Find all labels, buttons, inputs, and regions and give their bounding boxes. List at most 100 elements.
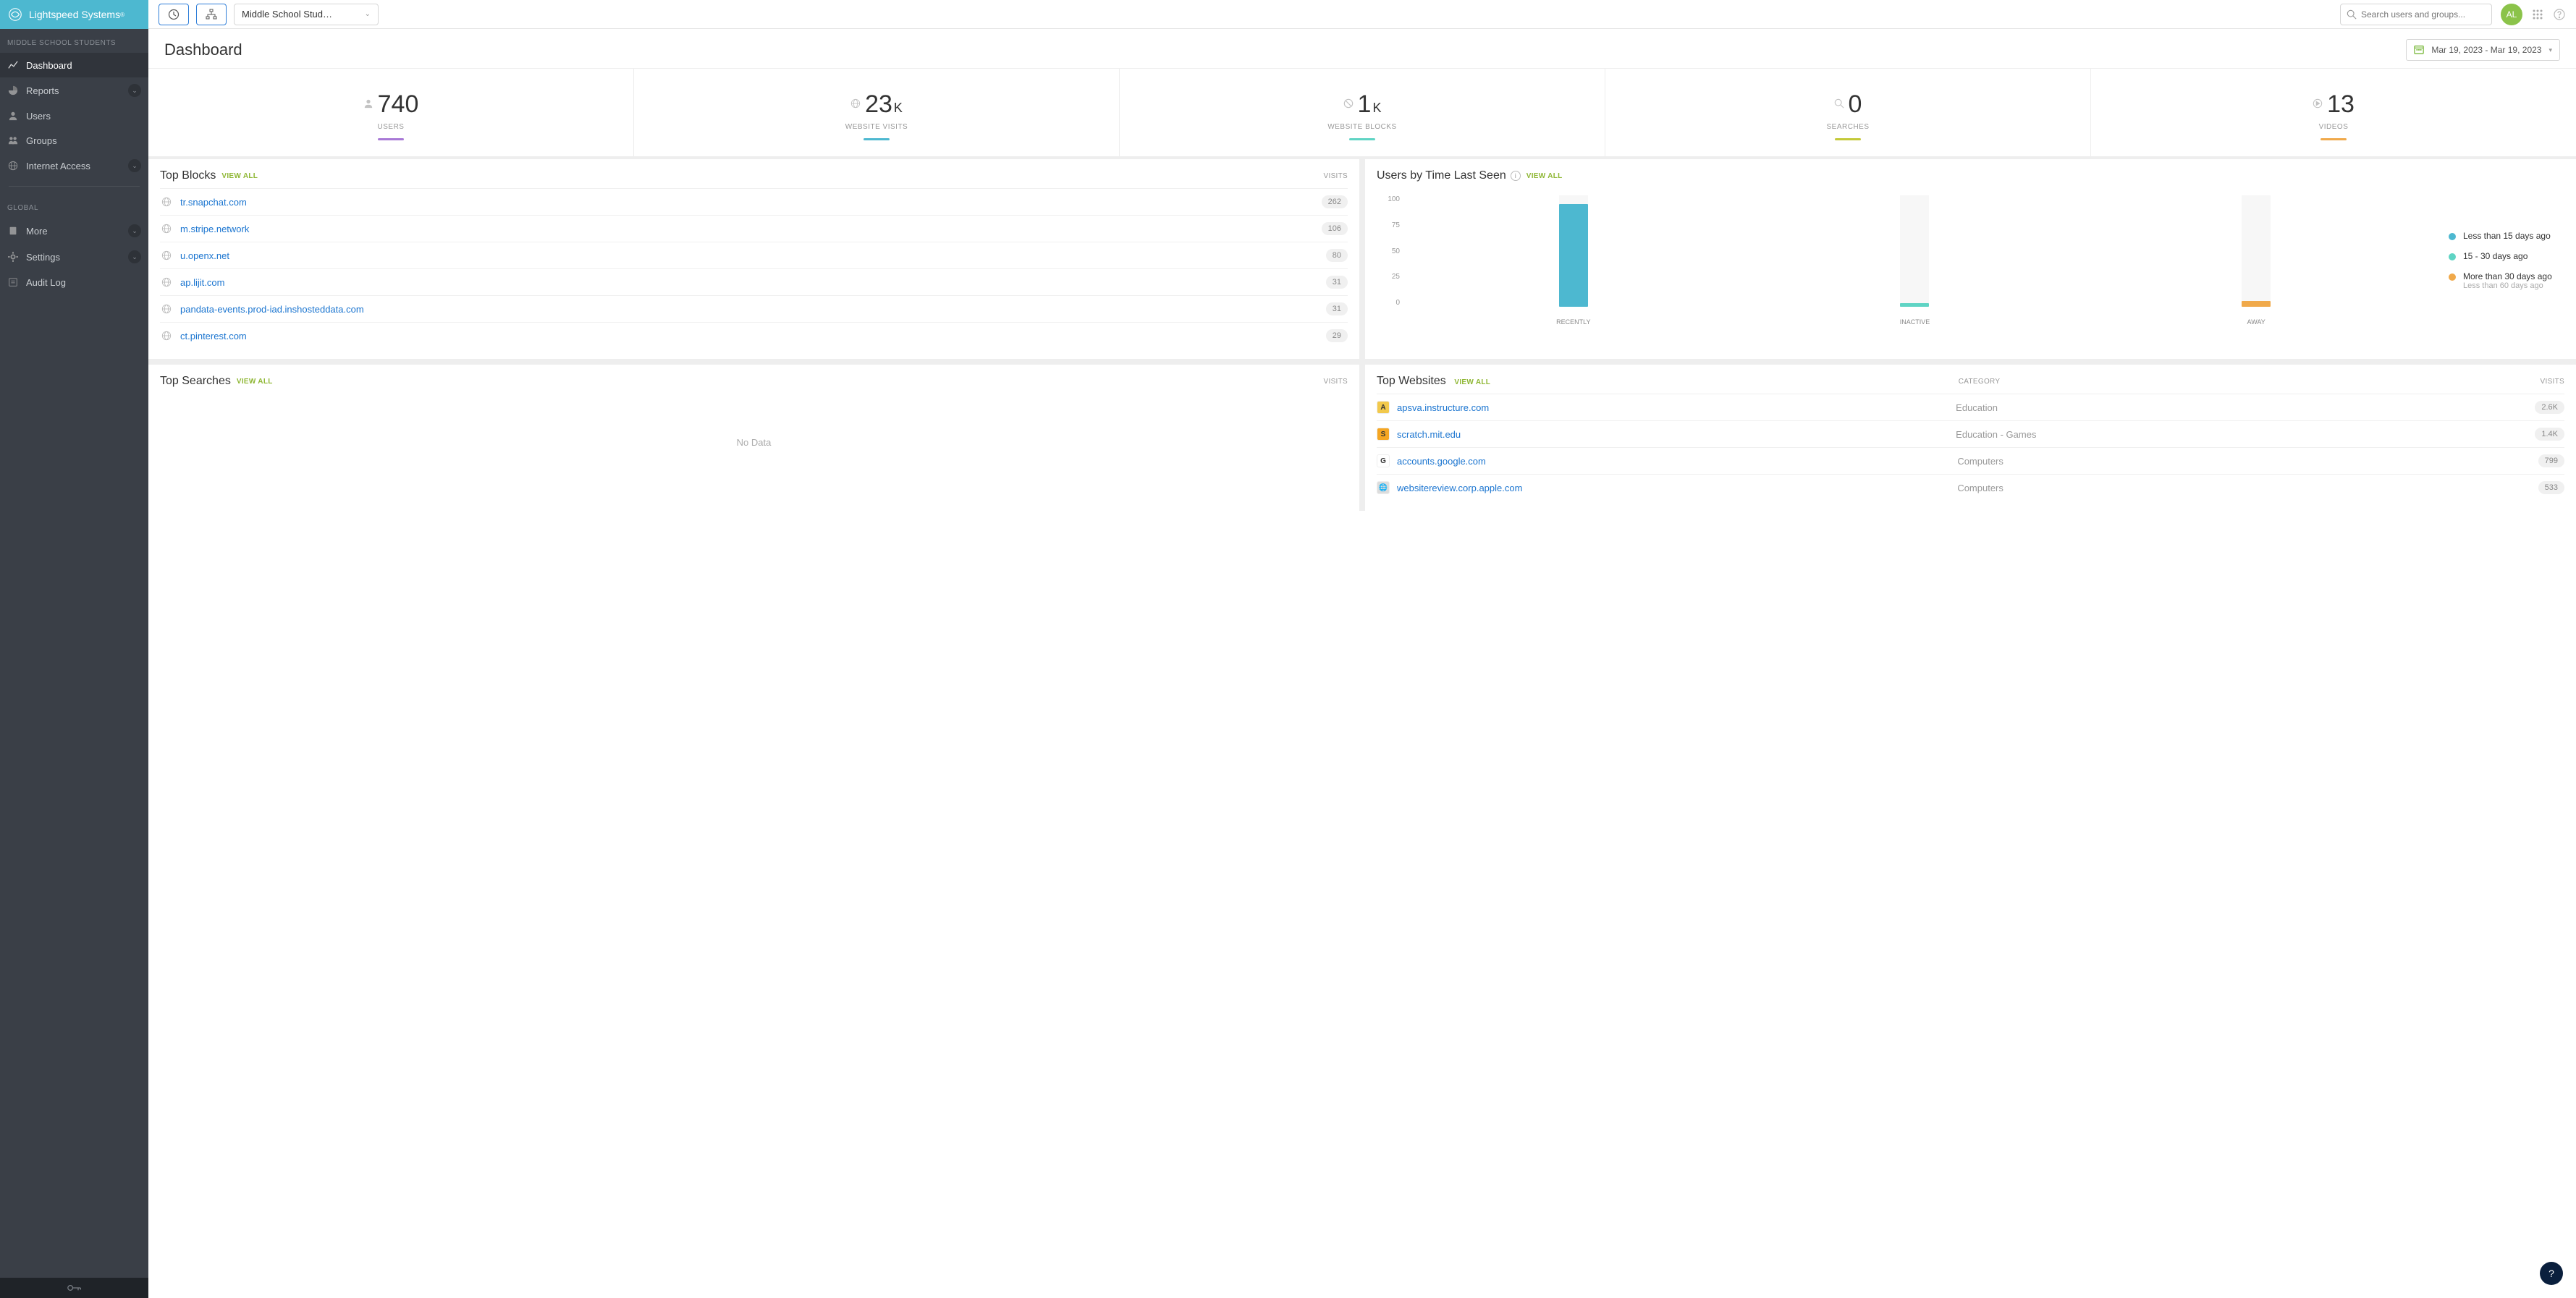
domain-link[interactable]: m.stripe.network bbox=[180, 224, 249, 234]
globe-icon bbox=[160, 222, 173, 235]
domain-link[interactable]: ct.pinterest.com bbox=[180, 331, 247, 342]
search-icon bbox=[2347, 9, 2357, 20]
view-all-link[interactable]: VIEW ALL bbox=[1454, 378, 1490, 386]
sidebar-item-label: More bbox=[26, 226, 48, 237]
legend-item: Less than 15 days ago bbox=[2449, 231, 2564, 241]
main-content: Middle School Stud… ⌄ AL Dashboard bbox=[148, 0, 2576, 1298]
stat-value: 0 bbox=[1849, 90, 1862, 119]
table-row: ap.lijit.com 31 bbox=[160, 268, 1348, 295]
key-icon bbox=[67, 1284, 82, 1292]
domain-link[interactable]: scratch.mit.edu bbox=[1397, 429, 1461, 440]
sidebar-item-reports[interactable]: Reports ⌄ bbox=[0, 77, 148, 103]
user-icon bbox=[7, 110, 19, 122]
stat-card-website-visits[interactable]: 23KWEBSITE VISITS bbox=[634, 69, 1120, 156]
visit-count-badge: 799 bbox=[2538, 454, 2564, 467]
apps-grid-icon[interactable] bbox=[2531, 8, 2544, 21]
domain-link[interactable]: tr.snapchat.com bbox=[180, 197, 247, 208]
sidebar-item-dashboard[interactable]: Dashboard bbox=[0, 53, 148, 77]
hierarchy-view-button[interactable] bbox=[196, 4, 227, 25]
sidebar-item-groups[interactable]: Groups bbox=[0, 128, 148, 153]
domain-link[interactable]: accounts.google.com bbox=[1397, 456, 1486, 467]
info-icon[interactable]: i bbox=[1511, 171, 1521, 181]
sidebar-item-label: Audit Log bbox=[26, 277, 66, 288]
visit-count-badge: 31 bbox=[1326, 302, 1348, 315]
chevron-down-icon: ⌄ bbox=[128, 159, 141, 172]
view-all-link[interactable]: VIEW ALL bbox=[1526, 172, 1563, 180]
stat-card-searches[interactable]: 0SEARCHES bbox=[1605, 69, 2091, 156]
table-row: u.openx.net 80 bbox=[160, 242, 1348, 268]
globe-icon bbox=[7, 160, 19, 171]
domain-link[interactable]: pandata-events.prod-iad.inshosteddata.co… bbox=[180, 304, 364, 315]
domain-link[interactable]: apsva.instructure.com bbox=[1397, 402, 1489, 413]
stat-card-videos[interactable]: 13VIDEOS bbox=[2091, 69, 2576, 156]
x-axis-label: INACTIVE bbox=[1889, 318, 1940, 326]
sidebar-footer bbox=[0, 1278, 148, 1298]
sidebar-item-label: Groups bbox=[26, 135, 57, 146]
user-avatar[interactable]: AL bbox=[2501, 4, 2522, 25]
stat-value: 13 bbox=[2327, 90, 2355, 119]
brand-logo: Lightspeed Systems® bbox=[0, 0, 148, 29]
globe-icon bbox=[160, 249, 173, 262]
category-label: Education bbox=[1956, 402, 2528, 413]
legend-dot bbox=[2449, 273, 2456, 281]
group-selector-dropdown[interactable]: Middle School Stud… ⌄ bbox=[234, 4, 379, 25]
panels-grid: Top Blocks VIEW ALL VISITS tr.snapchat.c… bbox=[148, 159, 2576, 511]
visit-count-badge: 80 bbox=[1326, 249, 1348, 262]
search-input[interactable] bbox=[2361, 9, 2486, 20]
legend-dot bbox=[2449, 233, 2456, 240]
sidebar-item-label: Users bbox=[26, 111, 51, 122]
sidebar-item-users[interactable]: Users bbox=[0, 103, 148, 128]
clock-icon bbox=[168, 9, 180, 20]
date-range-label: Mar 19, 2023 - Mar 19, 2023 bbox=[2431, 45, 2541, 55]
visit-count-badge: 29 bbox=[1326, 329, 1348, 342]
search-icon bbox=[1834, 98, 1844, 111]
stat-label: WEBSITE VISITS bbox=[641, 123, 1112, 131]
user-icon bbox=[363, 98, 373, 111]
chart-bar[interactable] bbox=[1900, 303, 1929, 307]
dashboard-header: Dashboard Mar 19, 2023 - Mar 19, 2023 ▾ bbox=[148, 29, 2576, 68]
lightspeed-logo-icon bbox=[7, 7, 23, 22]
group-icon bbox=[7, 135, 19, 146]
stat-accent-bar bbox=[378, 138, 404, 140]
page-title: Dashboard bbox=[164, 41, 242, 59]
stat-value: 740 bbox=[378, 90, 419, 119]
sidebar-section-global: GLOBAL bbox=[0, 194, 148, 218]
category-label: Computers bbox=[1957, 456, 2530, 467]
panel-top-blocks: Top Blocks VIEW ALL VISITS tr.snapchat.c… bbox=[148, 159, 1359, 359]
divider bbox=[9, 186, 140, 187]
view-all-link[interactable]: VIEW ALL bbox=[237, 378, 273, 386]
sidebar-item-internet-access[interactable]: Internet Access ⌄ bbox=[0, 153, 148, 179]
chart-bar[interactable] bbox=[2242, 301, 2271, 307]
group-selector-label: Middle School Stud… bbox=[242, 9, 332, 20]
help-fab-button[interactable]: ? bbox=[2540, 1262, 2563, 1285]
legend-item: 15 - 30 days ago bbox=[2449, 251, 2564, 261]
favicon: A bbox=[1377, 401, 1390, 414]
stat-card-users[interactable]: 740USERS bbox=[148, 69, 634, 156]
column-header-visits: VISITS bbox=[1324, 172, 1348, 180]
date-range-picker[interactable]: Mar 19, 2023 - Mar 19, 2023 ▾ bbox=[2406, 39, 2560, 61]
domain-link[interactable]: u.openx.net bbox=[180, 250, 229, 261]
globe-icon bbox=[850, 98, 861, 111]
stat-value: 1 bbox=[1358, 90, 1372, 119]
stat-value: 23 bbox=[865, 90, 892, 119]
search-box[interactable] bbox=[2340, 4, 2492, 25]
table-row: m.stripe.network106 bbox=[160, 215, 1348, 242]
globe-icon bbox=[160, 195, 173, 208]
chevron-down-icon: ⌄ bbox=[128, 250, 141, 263]
visit-count-badge: 533 bbox=[2538, 481, 2564, 494]
help-icon[interactable] bbox=[2553, 8, 2566, 21]
sidebar-item-more[interactable]: More ⌄ bbox=[0, 218, 148, 244]
domain-link[interactable]: websitereview.corp.apple.com bbox=[1397, 483, 1522, 493]
legend-label: More than 30 days ago bbox=[2463, 271, 2552, 281]
chart-bar[interactable] bbox=[1559, 204, 1588, 307]
sidebar-item-settings[interactable]: Settings ⌄ bbox=[0, 244, 148, 270]
table-row: ct.pinterest.com 29 bbox=[160, 322, 1348, 349]
sidebar-item-audit-log[interactable]: Audit Log bbox=[0, 270, 148, 294]
view-all-link[interactable]: VIEW ALL bbox=[221, 172, 258, 180]
clock-view-button[interactable] bbox=[159, 4, 189, 25]
favicon: S bbox=[1377, 428, 1390, 441]
domain-link[interactable]: ap.lijit.com bbox=[180, 277, 224, 288]
column-header-visits: VISITS bbox=[2541, 378, 2564, 386]
visit-count-badge: 31 bbox=[1326, 276, 1348, 289]
stat-card-website-blocks[interactable]: 1KWEBSITE BLOCKS bbox=[1120, 69, 1605, 156]
